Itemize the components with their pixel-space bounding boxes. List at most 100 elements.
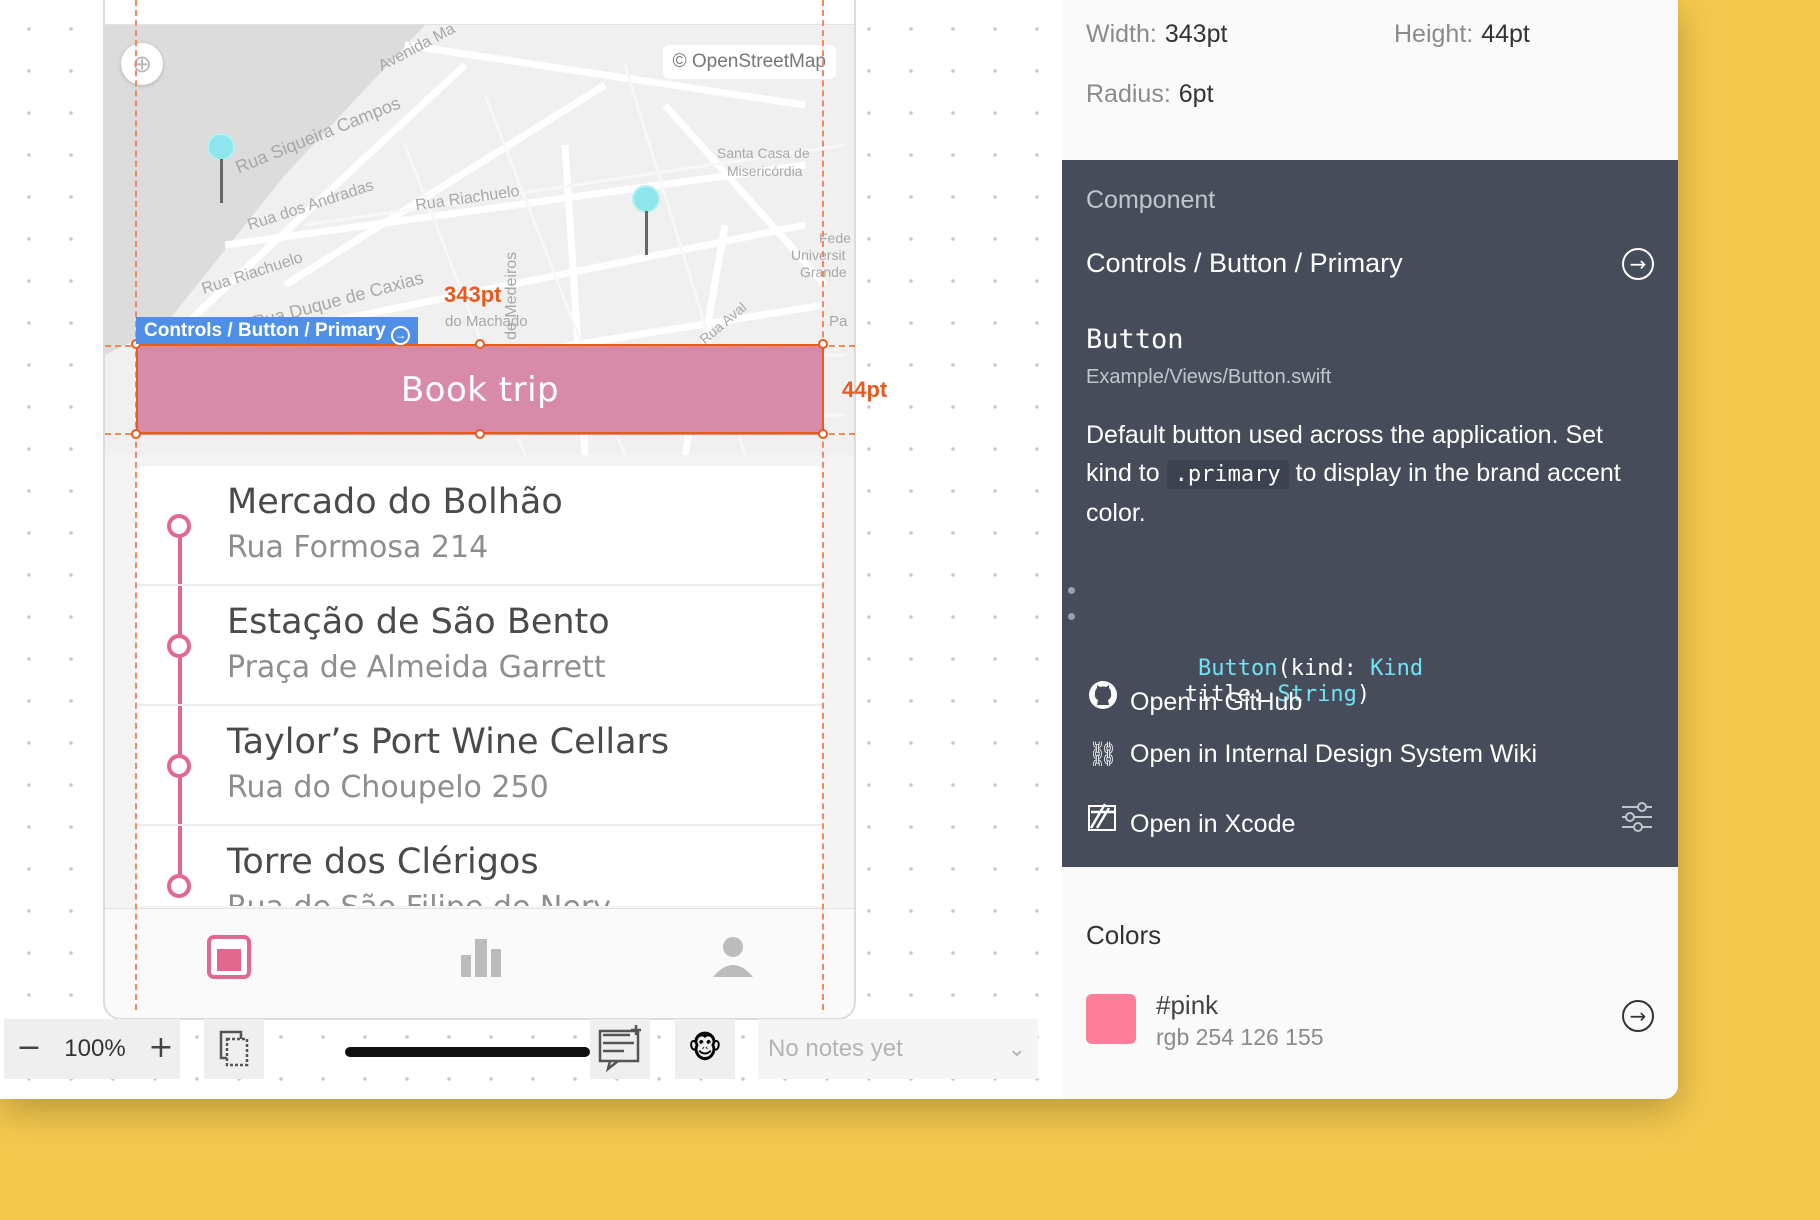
- map-attribution[interactable]: © OpenStreetMap: [662, 45, 836, 79]
- open-wiki-link[interactable]: ⛓ Open in Internal Design System Wiki: [1086, 740, 1537, 769]
- settings-sliders-icon[interactable]: [1620, 800, 1654, 838]
- artboards-icon: [219, 1030, 249, 1067]
- guide-line: [135, 0, 137, 1010]
- width-measurement: 343pt: [444, 282, 502, 307]
- timeline-dot-icon: [167, 514, 191, 538]
- code-param: (kind:: [1277, 656, 1371, 681]
- chevron-down-icon: ⌄: [1007, 1036, 1026, 1061]
- code-line-marker: [1068, 613, 1075, 620]
- profile-icon[interactable]: [711, 935, 755, 979]
- tab-bar: [105, 908, 854, 1018]
- description-code: .primary: [1166, 460, 1289, 489]
- add-note-button[interactable]: [590, 1019, 650, 1079]
- list-item[interactable]: Estação de São Bento Praça de Almeida Ga…: [136, 586, 824, 706]
- radius-label: Radius:: [1086, 80, 1171, 108]
- timeline-dot-icon: [167, 634, 191, 658]
- zoom-in-button[interactable]: +: [136, 1019, 186, 1079]
- radius-property: Radius: 6pt: [1086, 80, 1214, 109]
- zoom-out-button[interactable]: −: [4, 1019, 54, 1079]
- app-window: Avenida Ma Rua Siqueira Campos Rua dos A…: [0, 0, 1678, 1099]
- arrow-right-circle-icon[interactable]: →: [1622, 1000, 1654, 1032]
- map-pin-icon[interactable]: [632, 185, 662, 255]
- map-pin-icon[interactable]: [207, 133, 237, 203]
- avatar-button[interactable]: 🐵: [675, 1019, 735, 1079]
- stop-name: Torre dos Clérigos: [227, 842, 539, 882]
- component-name: Button: [1086, 324, 1184, 355]
- selection-outline[interactable]: [136, 344, 824, 434]
- artboards-button[interactable]: [204, 1019, 264, 1079]
- resize-handle[interactable]: [131, 429, 141, 439]
- street-label: Pa: [829, 313, 848, 330]
- link-label: Open in Internal Design System Wiki: [1130, 740, 1538, 768]
- radius-value[interactable]: 6pt: [1179, 80, 1214, 108]
- stop-address: Rua de São Filipe de Nery: [227, 890, 611, 906]
- component-file: Example/Views/Button.swift: [1086, 366, 1332, 388]
- design-canvas[interactable]: Avenida Ma Rua Siqueira Campos Rua dos A…: [0, 0, 1062, 1099]
- code-punct: ): [1356, 682, 1371, 707]
- timeline-dot-icon: [167, 874, 191, 898]
- stop-address: Rua Formosa 214: [227, 530, 489, 565]
- open-github-link[interactable]: Open in GitHub: [1086, 680, 1302, 717]
- locate-icon[interactable]: ⊕: [121, 43, 163, 85]
- phone-artboard[interactable]: Avenida Ma Rua Siqueira Campos Rua dos A…: [103, 0, 856, 1020]
- width-label: Width:: [1086, 20, 1157, 48]
- monkey-avatar-icon: 🐵: [687, 1031, 723, 1066]
- street-label: Universit: [791, 247, 846, 263]
- open-xcode-link[interactable]: Open in Xcode: [1086, 800, 1295, 839]
- phone-top-bar: [105, 0, 854, 25]
- zoom-control: − 100% +: [4, 1019, 180, 1079]
- list-item[interactable]: Torre dos Clérigos Rua de São Filipe de …: [136, 826, 824, 906]
- arrow-right-circle-icon: →: [391, 326, 411, 345]
- stop-name: Estação de São Bento: [227, 602, 610, 642]
- add-note-icon: [598, 1025, 641, 1073]
- height-label: Height:: [1394, 20, 1474, 48]
- component-tag-label: Controls / Button / Primary: [144, 320, 386, 341]
- component-description: Default button used across the applicati…: [1086, 416, 1646, 532]
- link-chain-icon: ⛓: [1087, 741, 1119, 768]
- code-function: Button: [1197, 656, 1278, 681]
- height-measurement: 44pt: [842, 377, 888, 402]
- colors-heading: Colors: [1086, 920, 1162, 950]
- zoom-level[interactable]: 100%: [54, 1019, 136, 1079]
- code-line-marker: [1068, 587, 1075, 594]
- trips-icon[interactable]: [207, 935, 251, 979]
- color-rgb: rgb 254 126 155: [1156, 1024, 1324, 1050]
- component-heading: Component: [1086, 186, 1216, 214]
- street-label: do Machado: [445, 313, 528, 330]
- width-value[interactable]: 343pt: [1165, 20, 1228, 48]
- link-label: Open in GitHub: [1130, 688, 1303, 716]
- resize-handle[interactable]: [475, 339, 485, 349]
- stops-list: Mercado do Bolhão Rua Formosa 214 Estaçã…: [136, 466, 824, 906]
- stop-name: Mercado do Bolhão: [227, 482, 563, 522]
- street-label: Santa Casa de: [717, 145, 810, 161]
- color-swatch[interactable]: [1086, 994, 1136, 1044]
- list-item[interactable]: Taylor’s Port Wine Cellars Rua do Choupe…: [136, 706, 824, 826]
- list-item[interactable]: Mercado do Bolhão Rua Formosa 214: [136, 466, 824, 586]
- resize-handle[interactable]: [818, 339, 828, 349]
- stop-address: Rua do Choupelo 250: [227, 770, 549, 805]
- component-path[interactable]: Controls / Button / Primary: [1086, 248, 1403, 279]
- resize-handle[interactable]: [475, 429, 485, 439]
- stats-icon[interactable]: [459, 935, 503, 979]
- horizontal-scrollbar[interactable]: [345, 1047, 590, 1057]
- guide-line: [822, 0, 824, 1010]
- component-panel: Component Controls / Button / Primary → …: [1062, 160, 1678, 867]
- notes-placeholder: No notes yet: [768, 1035, 903, 1062]
- street-label: Misericórdia: [727, 163, 803, 179]
- bottom-toolbar: − 100% + 🐵 No notes yet ⌄: [0, 1013, 1062, 1079]
- link-label: Open in Xcode: [1130, 810, 1296, 838]
- color-name[interactable]: #pink: [1156, 990, 1218, 1021]
- height-value[interactable]: 44pt: [1481, 20, 1530, 48]
- stop-address: Praça de Almeida Garrett: [227, 650, 606, 685]
- xcode-icon: [1086, 800, 1120, 839]
- timeline-dot-icon: [167, 754, 191, 778]
- height-property: Height: 44pt: [1394, 20, 1530, 49]
- github-icon: [1086, 680, 1120, 717]
- resize-handle[interactable]: [818, 429, 828, 439]
- inspector-panel: Width: 343pt Height: 44pt Radius: 6pt Compo…: [1062, 0, 1678, 1099]
- width-property: Width: 343pt: [1086, 20, 1227, 49]
- code-type: Kind: [1370, 656, 1424, 681]
- arrow-right-circle-icon[interactable]: →: [1622, 248, 1654, 280]
- component-tag[interactable]: Controls / Button / Primary →: [136, 317, 419, 345]
- notes-select[interactable]: No notes yet ⌄: [758, 1019, 1038, 1079]
